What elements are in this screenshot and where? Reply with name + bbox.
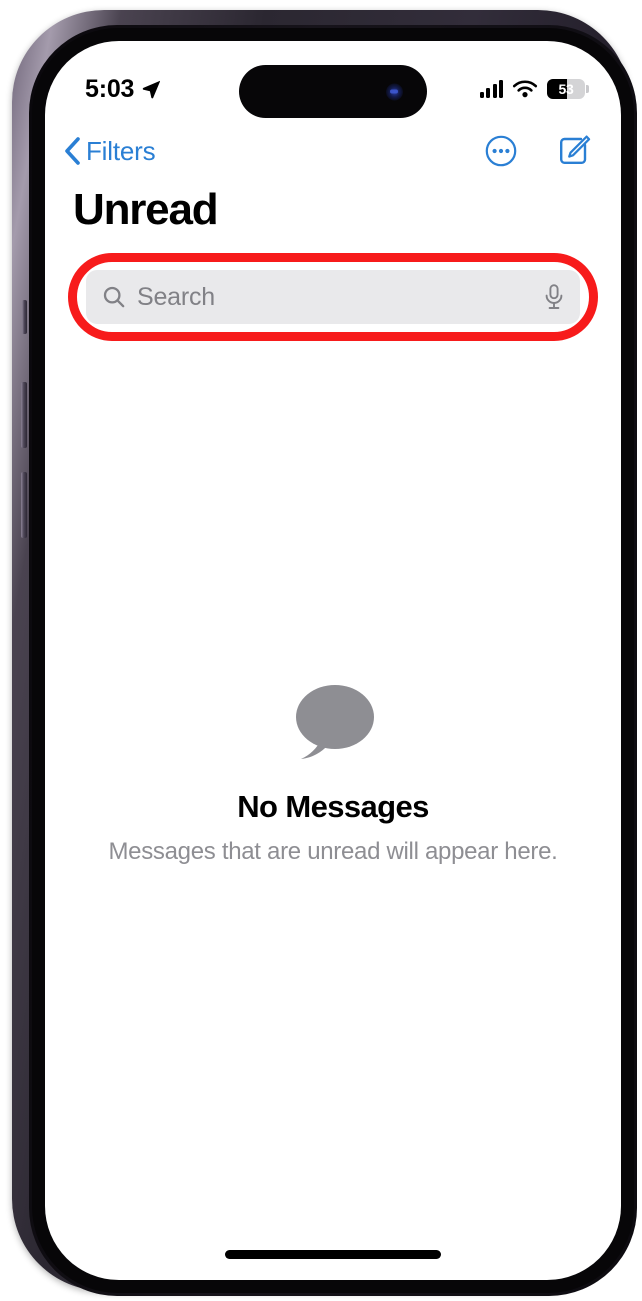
search-input[interactable]: Search: [86, 270, 580, 324]
screenshot-root: 5:03 53 Filters Unread Search No Message…: [0, 0, 642, 1301]
page-title: Unread: [73, 185, 219, 234]
back-button[interactable]: Filters: [63, 135, 156, 167]
battery-cap: [586, 85, 589, 93]
search-placeholder-label: Search: [137, 282, 216, 311]
message-bubble-icon: [296, 685, 374, 759]
phone-frame: 5:03 53 Filters Unread Search No Message…: [12, 10, 637, 1296]
chevron-left-icon: [65, 137, 80, 165]
status-time: 5:03: [85, 74, 135, 103]
volume-up-button[interactable]: [21, 382, 27, 448]
navigation-bar: Filters: [45, 126, 621, 176]
mute-switch-button[interactable]: [22, 300, 27, 334]
volume-down-button[interactable]: [21, 472, 27, 538]
wifi-icon: [512, 79, 538, 97]
home-indicator[interactable]: [225, 1250, 441, 1259]
compose-icon[interactable]: [557, 134, 591, 168]
dynamic-island[interactable]: [239, 65, 427, 118]
search-icon: [103, 286, 125, 308]
microphone-icon[interactable]: [543, 283, 565, 311]
cellular-signal-icon: [479, 80, 503, 98]
navigation-actions: [485, 134, 591, 168]
back-button-label: Filters: [86, 135, 156, 166]
empty-state-subtitle: Messages that are unread will appear her…: [108, 838, 558, 865]
phone-screen: 5:03 53 Filters Unread Search No Message…: [45, 41, 621, 1280]
battery-percent-label: 53: [558, 81, 574, 97]
front-camera-icon: [386, 83, 403, 100]
empty-state: No Messages Messages that are unread wil…: [45, 681, 621, 866]
location-arrow-icon: [143, 80, 161, 99]
status-bar-left: 5:03: [85, 75, 161, 104]
empty-state-title: No Messages: [237, 789, 429, 824]
status-bar-right: 53: [479, 79, 589, 99]
search-bar-container: Search: [68, 253, 598, 341]
more-circle-icon[interactable]: [485, 135, 517, 167]
battery-icon: 53: [547, 79, 589, 99]
